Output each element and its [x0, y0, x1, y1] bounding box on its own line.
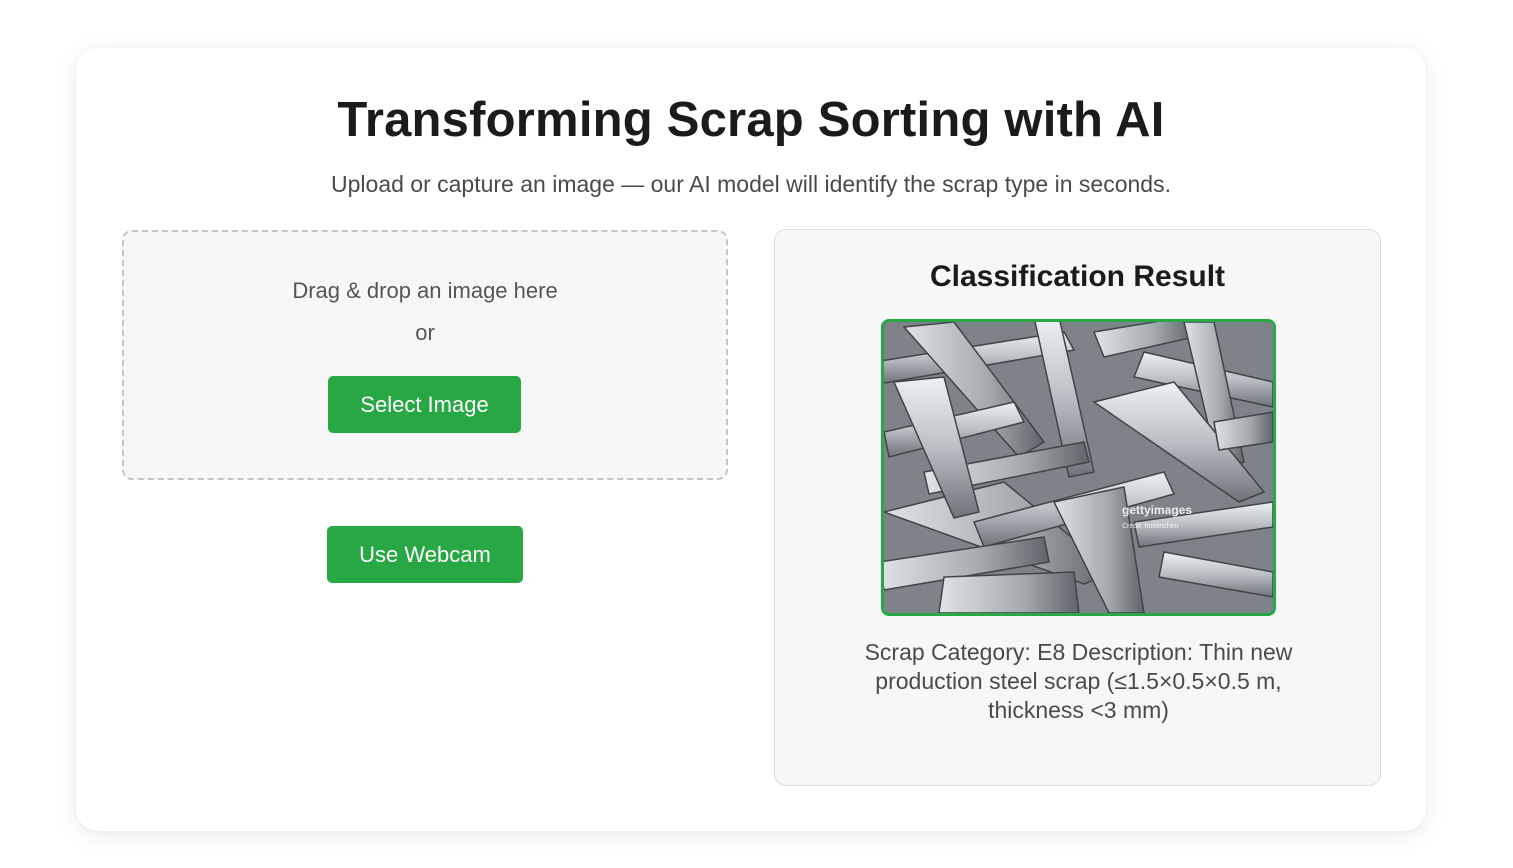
image-credit-text: Credit: fotolinchen — [1122, 523, 1179, 530]
page-subtitle: Upload or capture an image — our AI mode… — [331, 171, 1171, 197]
image-dropzone[interactable]: Drag & drop an image here or Select Imag… — [122, 230, 728, 480]
scrap-photo-graphic: gettyimages Credit: fotolinchen — [884, 322, 1273, 613]
classification-result-panel: Classification Result gettyimages Credit… — [774, 229, 1381, 786]
scrap-photo: gettyimages Credit: fotolinchen — [881, 319, 1276, 616]
main-card: Transforming Scrap Sorting with AI Uploa… — [76, 48, 1426, 831]
classification-result-text: Scrap Category: E8 Description: Thin new… — [864, 639, 1293, 723]
use-webcam-button[interactable]: Use Webcam — [327, 526, 523, 583]
page-title: Transforming Scrap Sorting with AI — [337, 93, 1165, 147]
select-image-button[interactable]: Select Image — [328, 376, 521, 433]
watermark-text: gettyimages — [1122, 503, 1192, 517]
dropzone-instruction: Drag & drop an image here — [292, 278, 558, 303]
result-title: Classification Result — [929, 260, 1226, 293]
dropzone-or-label: or — [415, 320, 435, 345]
